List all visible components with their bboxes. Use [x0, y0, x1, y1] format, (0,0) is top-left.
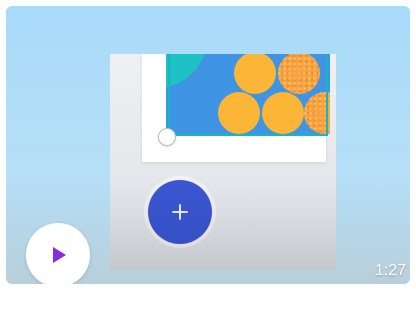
selection-frame — [168, 54, 328, 136]
resize-handle[interactable] — [158, 128, 176, 146]
video-duration: 1:27 — [374, 262, 406, 279]
card-footer-spacer — [0, 284, 416, 309]
play-icon — [53, 247, 66, 263]
play-button[interactable] — [26, 223, 90, 287]
